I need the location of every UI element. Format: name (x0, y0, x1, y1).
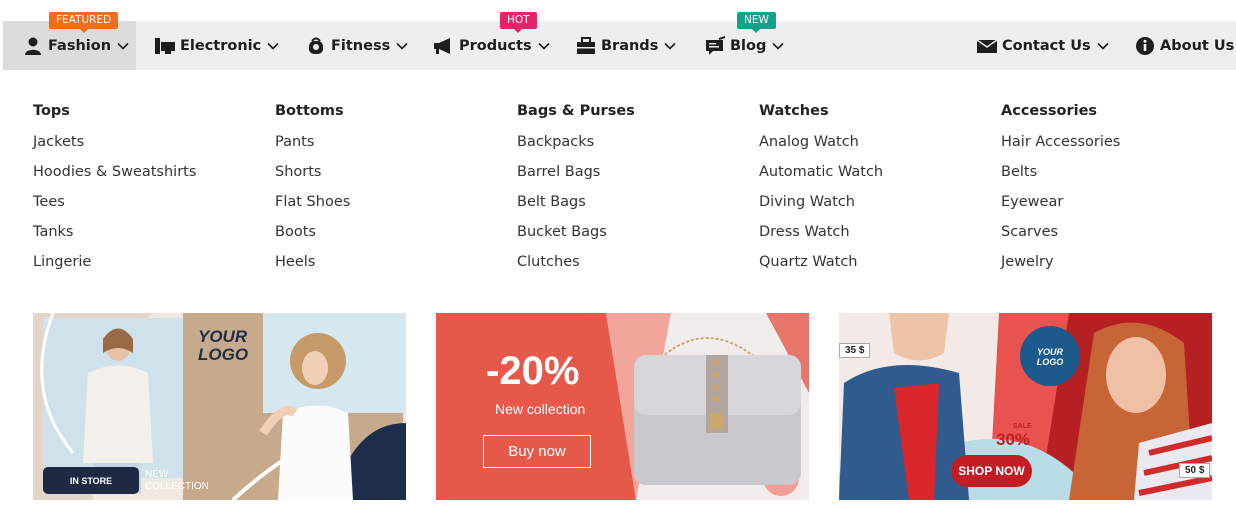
menu-link[interactable]: Backpacks (517, 132, 747, 162)
discount-text: -20% (486, 349, 580, 393)
menu-link[interactable]: Clutches (517, 252, 747, 282)
caption-line: NEW (145, 469, 169, 480)
column-title: Accessories (1001, 103, 1098, 119)
menu-link[interactable]: Scarves (1001, 222, 1231, 252)
menu-link[interactable]: Jackets (33, 132, 263, 162)
nav-item-about-us[interactable]: About Us (1134, 21, 1234, 70)
menu-link[interactable]: Pants (275, 132, 505, 162)
nav-label: Contact Us (1002, 37, 1091, 54)
envelope-icon (976, 35, 998, 57)
menu-link[interactable]: Lingerie (33, 252, 263, 282)
in-store-button[interactable]: IN STORE (43, 467, 139, 494)
logo-text: YOUR LOGO (198, 328, 248, 364)
shop-now-button[interactable]: SHOP NOW (951, 455, 1032, 487)
menu-link[interactable]: Barrel Bags (517, 162, 747, 192)
nav-label: Fitness (331, 37, 391, 54)
nav-label: About Us (1160, 37, 1235, 54)
menu-column-watches: Watches Analog Watch Automatic Watch Div… (759, 101, 989, 282)
new-collection-subtitle: New collection (495, 401, 586, 417)
nav-label: Products (459, 37, 532, 54)
briefcase-icon (575, 35, 597, 57)
monitor-icon (154, 35, 176, 57)
column-title: Tops (33, 103, 70, 119)
nav-item-fitness[interactable]: Fitness (305, 21, 409, 70)
menu-link[interactable]: Shorts (275, 162, 505, 192)
nav-item-contact-us[interactable]: Contact Us (976, 21, 1110, 70)
hot-badge: HOT (500, 12, 537, 33)
menu-link[interactable]: Analog Watch (759, 132, 989, 162)
sale-value: 30% (996, 430, 1031, 449)
button-label: Buy now (508, 443, 566, 460)
new-badge: NEW (737, 12, 776, 33)
info-icon (1134, 35, 1156, 57)
chevron-down-icon (1096, 39, 1110, 53)
menu-link[interactable]: Jewelry (1001, 252, 1231, 282)
chevron-down-icon (663, 39, 677, 53)
menu-column-tops: Tops Jackets Hoodies & Sweatshirts Tees … (33, 101, 263, 282)
sale-label: SALE (1013, 423, 1032, 430)
chevron-down-icon (395, 39, 409, 53)
menu-link[interactable]: Tanks (33, 222, 263, 252)
buy-now-button[interactable]: Buy now (483, 435, 591, 468)
price-tag-1: 35 $ (839, 343, 871, 358)
logo-line: LOGO (198, 345, 249, 364)
price-tag-2: 50 $ (1179, 463, 1211, 478)
nav-item-electronic[interactable]: Electronic (154, 21, 280, 70)
megaphone-icon (433, 35, 455, 57)
menu-link[interactable]: Hoodies & Sweatshirts (33, 162, 263, 192)
logo-line: YOUR (198, 327, 248, 346)
menu-link[interactable]: Eyewear (1001, 192, 1231, 222)
menu-link[interactable]: Diving Watch (759, 192, 989, 222)
menu-link[interactable]: Tees (33, 192, 263, 222)
chevron-down-icon (266, 39, 280, 53)
nav-label: Electronic (180, 37, 262, 54)
nav-label: Blog (730, 37, 767, 54)
button-label: IN STORE (69, 475, 113, 486)
column-title: Watches (759, 103, 829, 119)
nav-item-brands[interactable]: Brands (575, 21, 677, 70)
logo-line: LOGO (1036, 357, 1064, 367)
user-icon (22, 35, 44, 57)
banner-fashion-in-store[interactable]: YOUR LOGO IN STORE NEW COLLECTION (33, 313, 406, 500)
menu-column-bags: Bags & Purses Backpacks Barrel Bags Belt… (517, 101, 747, 282)
menu-link[interactable]: Belts (1001, 162, 1231, 192)
menu-column-bottoms: Bottoms Pants Shorts Flat Shoes Boots He… (275, 101, 505, 282)
nav-label: Fashion (48, 37, 112, 54)
menu-link[interactable]: Heels (275, 252, 505, 282)
menu-link[interactable]: Dress Watch (759, 222, 989, 252)
menu-link[interactable]: Hair Accessories (1001, 132, 1231, 162)
main-nav: Fashion Electronic Fitness Products Bran… (3, 21, 1236, 70)
blog-icon (704, 35, 726, 57)
logo-line: YOUR (1036, 347, 1063, 357)
chevron-down-icon (116, 39, 130, 53)
banner-bag-discount[interactable]: -20% New collection Buy now (436, 313, 809, 500)
menu-column-accessories: Accessories Hair Accessories Belts Eyewe… (1001, 101, 1231, 282)
column-title: Bags & Purses (517, 103, 635, 119)
fitness-icon (305, 35, 327, 57)
menu-link[interactable]: Bucket Bags (517, 222, 747, 252)
featured-badge: FEATURED (49, 12, 119, 33)
button-label: SHOP NOW (958, 464, 1025, 478)
menu-link[interactable]: Belt Bags (517, 192, 747, 222)
menu-link[interactable]: Quartz Watch (759, 252, 989, 282)
nav-label: Brands (601, 37, 659, 54)
logo-text: YOUR LOGO (1033, 347, 1067, 367)
banner-artwork (436, 313, 809, 500)
banner-sale-shop-now[interactable]: 35 $ 50 $ YOUR LOGO SALE 30% SHOP NOW (839, 313, 1212, 500)
chevron-down-icon (537, 39, 551, 53)
chevron-down-icon (771, 39, 785, 53)
new-collection-caption: NEW COLLECTION (145, 469, 209, 493)
menu-link[interactable]: Automatic Watch (759, 162, 989, 192)
column-title: Bottoms (275, 103, 344, 119)
caption-line: COLLECTION (145, 481, 209, 492)
menu-link[interactable]: Flat Shoes (275, 192, 505, 222)
menu-link[interactable]: Boots (275, 222, 505, 252)
